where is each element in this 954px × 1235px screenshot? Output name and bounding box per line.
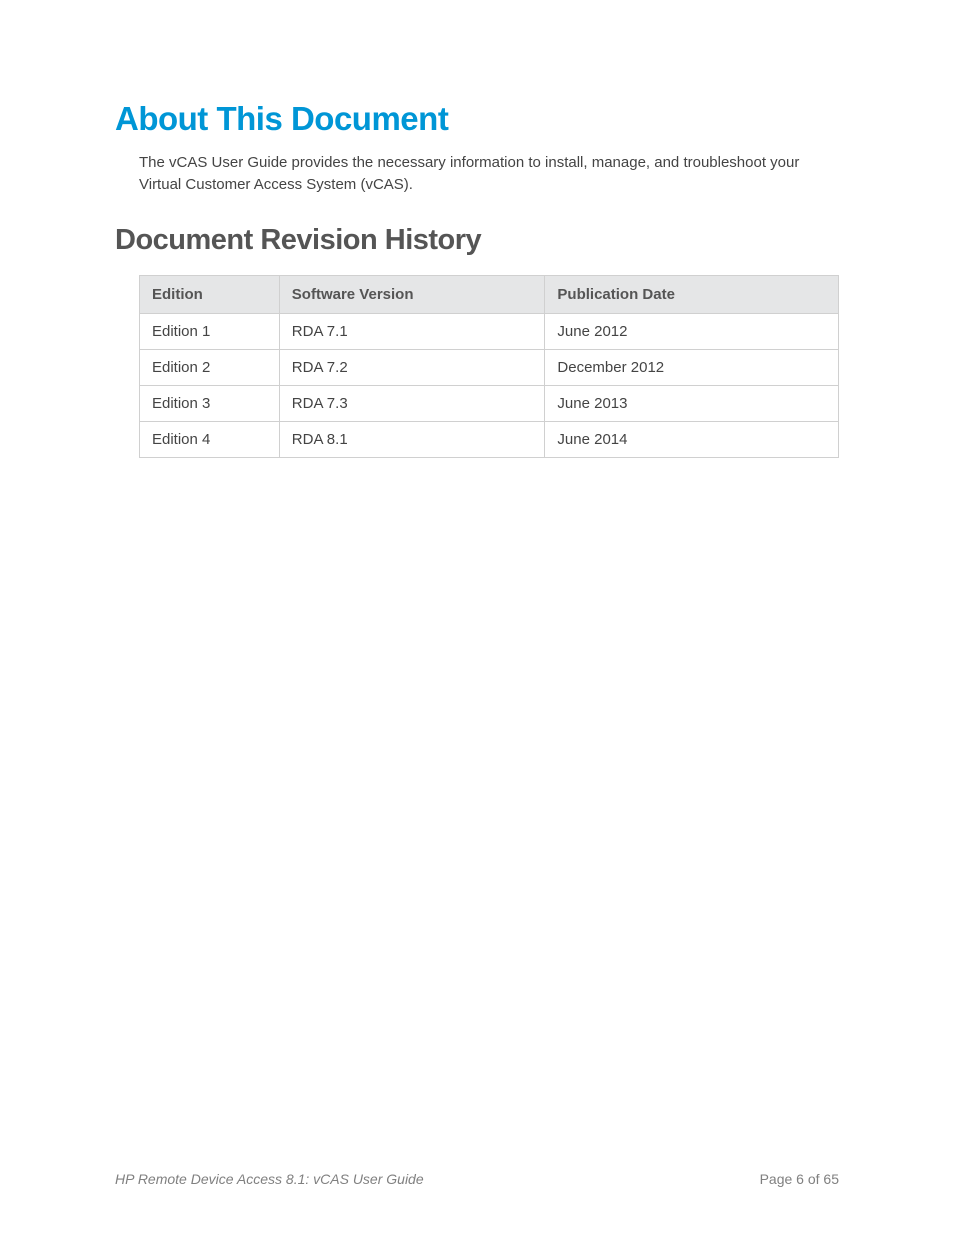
table-row: Edition 2 RDA 7.2 December 2012 — [140, 349, 839, 385]
page-heading: About This Document — [115, 100, 839, 138]
cell-date: June 2012 — [545, 313, 839, 349]
cell-version: RDA 7.2 — [279, 349, 545, 385]
table-row: Edition 1 RDA 7.1 June 2012 — [140, 313, 839, 349]
table-row: Edition 3 RDA 7.3 June 2013 — [140, 385, 839, 421]
header-version: Software Version — [279, 275, 545, 313]
cell-edition: Edition 2 — [140, 349, 280, 385]
cell-edition: Edition 3 — [140, 385, 280, 421]
table-header-row: Edition Software Version Publication Dat… — [140, 275, 839, 313]
section-heading: Document Revision History — [115, 224, 839, 257]
revision-history-table: Edition Software Version Publication Dat… — [139, 275, 839, 458]
cell-version: RDA 7.3 — [279, 385, 545, 421]
cell-version: RDA 8.1 — [279, 421, 545, 457]
header-date: Publication Date — [545, 275, 839, 313]
cell-date: June 2014 — [545, 421, 839, 457]
table-row: Edition 4 RDA 8.1 June 2014 — [140, 421, 839, 457]
header-edition: Edition — [140, 275, 280, 313]
footer-title: HP Remote Device Access 8.1: vCAS User G… — [115, 1171, 424, 1187]
cell-date: December 2012 — [545, 349, 839, 385]
cell-edition: Edition 4 — [140, 421, 280, 457]
cell-version: RDA 7.1 — [279, 313, 545, 349]
page-footer: HP Remote Device Access 8.1: vCAS User G… — [115, 1171, 839, 1187]
footer-page-number: Page 6 of 65 — [760, 1171, 839, 1187]
cell-date: June 2013 — [545, 385, 839, 421]
cell-edition: Edition 1 — [140, 313, 280, 349]
intro-paragraph: The vCAS User Guide provides the necessa… — [139, 152, 839, 196]
